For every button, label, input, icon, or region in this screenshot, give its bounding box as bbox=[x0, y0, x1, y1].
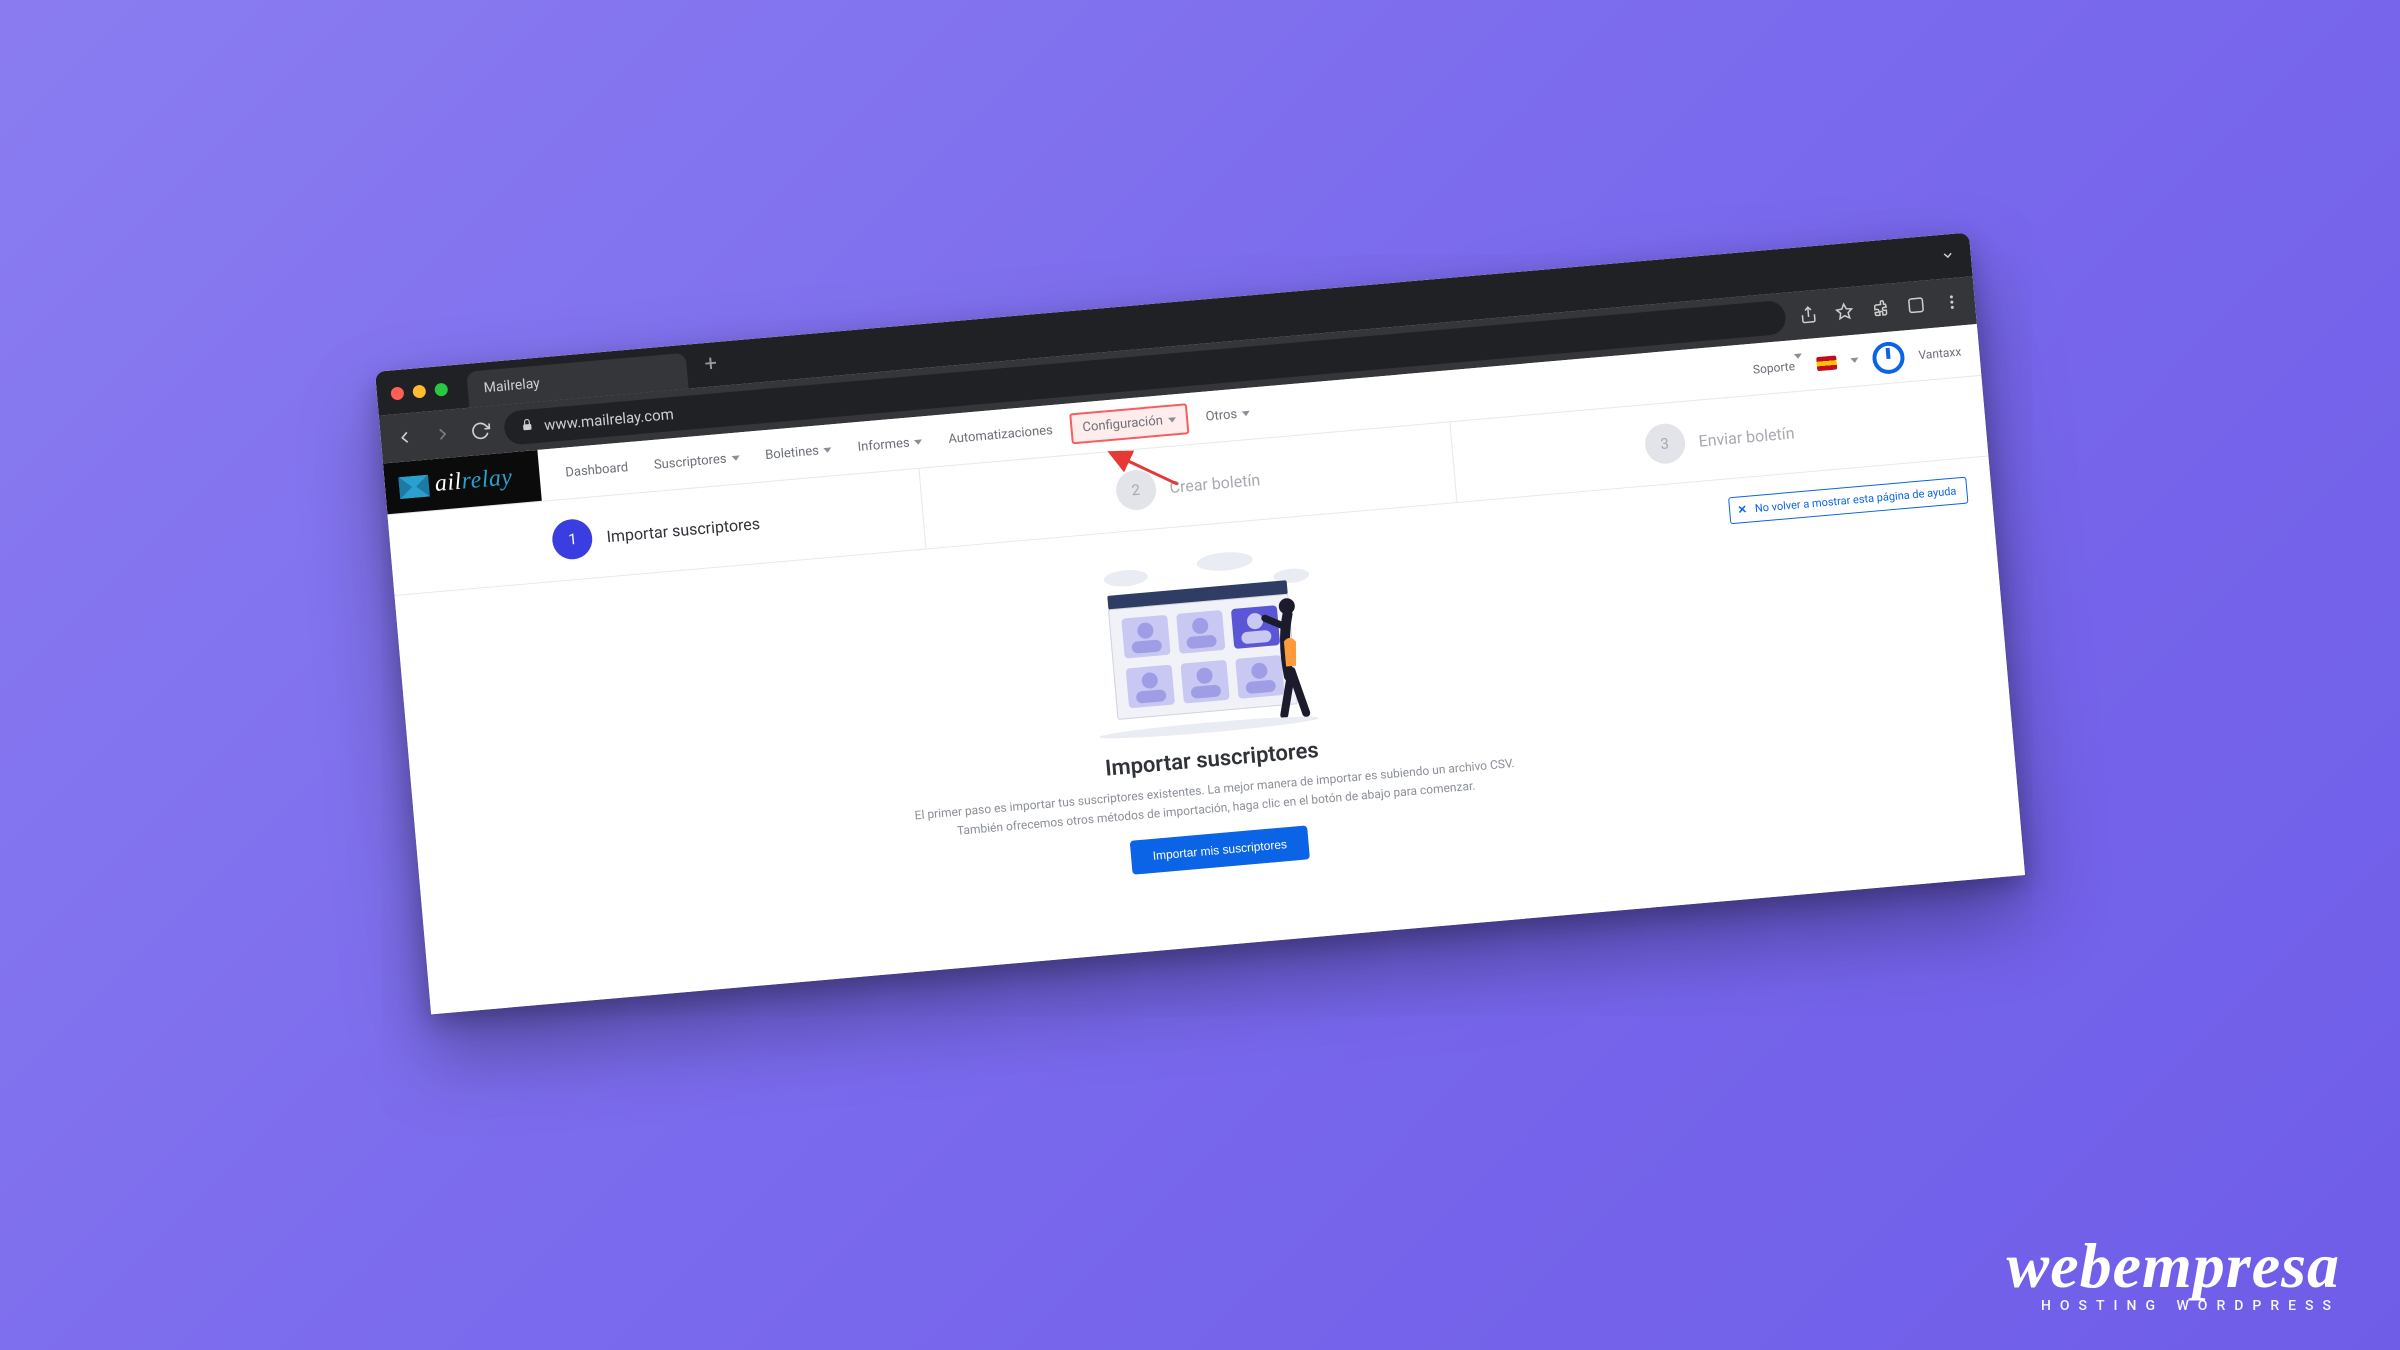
nav-informes[interactable]: Informes bbox=[844, 415, 937, 474]
chevron-down-icon bbox=[1168, 417, 1176, 423]
logo-text: ailrelay bbox=[434, 464, 514, 498]
kebab-menu-icon[interactable] bbox=[1942, 292, 1962, 312]
close-window-button[interactable] bbox=[390, 386, 404, 400]
step-number: 2 bbox=[1114, 468, 1157, 511]
chevron-down-icon bbox=[1242, 411, 1250, 417]
watermark: webempresa HOSTING WORDPRESS bbox=[2007, 1234, 2341, 1314]
import-subscribers-button[interactable]: Importar mis suscriptores bbox=[1129, 825, 1310, 874]
lock-icon bbox=[520, 417, 536, 436]
language-flag-es[interactable] bbox=[1816, 355, 1837, 371]
url-text: www.mailrelay.com bbox=[543, 405, 674, 434]
nav-boletines[interactable]: Boletines bbox=[751, 423, 846, 482]
extensions-icon[interactable] bbox=[1870, 299, 1890, 319]
envelope-icon bbox=[398, 474, 430, 499]
share-icon[interactable] bbox=[1799, 305, 1819, 325]
back-button[interactable] bbox=[394, 427, 416, 449]
chevron-down-icon bbox=[1850, 358, 1858, 364]
new-tab-button[interactable]: + bbox=[694, 350, 729, 388]
nav-automatizaciones[interactable]: Automatizaciones bbox=[934, 404, 1067, 466]
tabs-dropdown-button[interactable] bbox=[1940, 247, 1956, 267]
chevron-down-icon bbox=[731, 455, 739, 461]
step-number: 1 bbox=[551, 518, 594, 561]
nav-dashboard[interactable]: Dashboard bbox=[551, 441, 642, 499]
support-link[interactable]: Soporte bbox=[1752, 358, 1803, 376]
help-banner-text: No volver a mostrar esta página de ayuda bbox=[1754, 485, 1957, 516]
import-illustration bbox=[1064, 543, 1339, 745]
minimize-window-button[interactable] bbox=[412, 385, 426, 399]
username-label: Vantaxx bbox=[1918, 344, 1962, 362]
nav-configuracion[interactable]: Configuración bbox=[1069, 403, 1189, 444]
nav-suscriptores[interactable]: Suscriptores bbox=[640, 431, 754, 491]
chevron-down-icon bbox=[914, 439, 922, 445]
tab-title: Mailrelay bbox=[483, 376, 540, 397]
step-label: Enviar boletín bbox=[1698, 423, 1795, 450]
chevron-down-icon bbox=[1794, 353, 1804, 373]
watermark-tagline: HOSTING WORDPRESS bbox=[2007, 1298, 2341, 1314]
watermark-brand: webempresa bbox=[2007, 1234, 2341, 1298]
bookmark-star-icon[interactable] bbox=[1835, 302, 1855, 322]
browser-window: Mailrelay + www.mailrelay.com bbox=[375, 232, 2025, 1014]
forward-button[interactable] bbox=[432, 423, 454, 445]
maximize-window-button[interactable] bbox=[434, 383, 448, 397]
close-icon: ✕ bbox=[1737, 503, 1747, 517]
window-controls bbox=[390, 383, 448, 401]
step-number: 3 bbox=[1643, 422, 1686, 465]
reload-button[interactable] bbox=[470, 420, 492, 442]
profile-icon[interactable] bbox=[1906, 296, 1926, 316]
step-label: Importar suscriptores bbox=[606, 513, 761, 545]
chevron-down-icon bbox=[824, 447, 832, 453]
power-icon[interactable] bbox=[1871, 340, 1906, 375]
nav-otros[interactable]: Otros bbox=[1191, 387, 1264, 444]
step-label: Crear boletín bbox=[1169, 470, 1261, 497]
dismiss-help-banner[interactable]: ✕ No volver a mostrar esta página de ayu… bbox=[1728, 477, 1969, 525]
